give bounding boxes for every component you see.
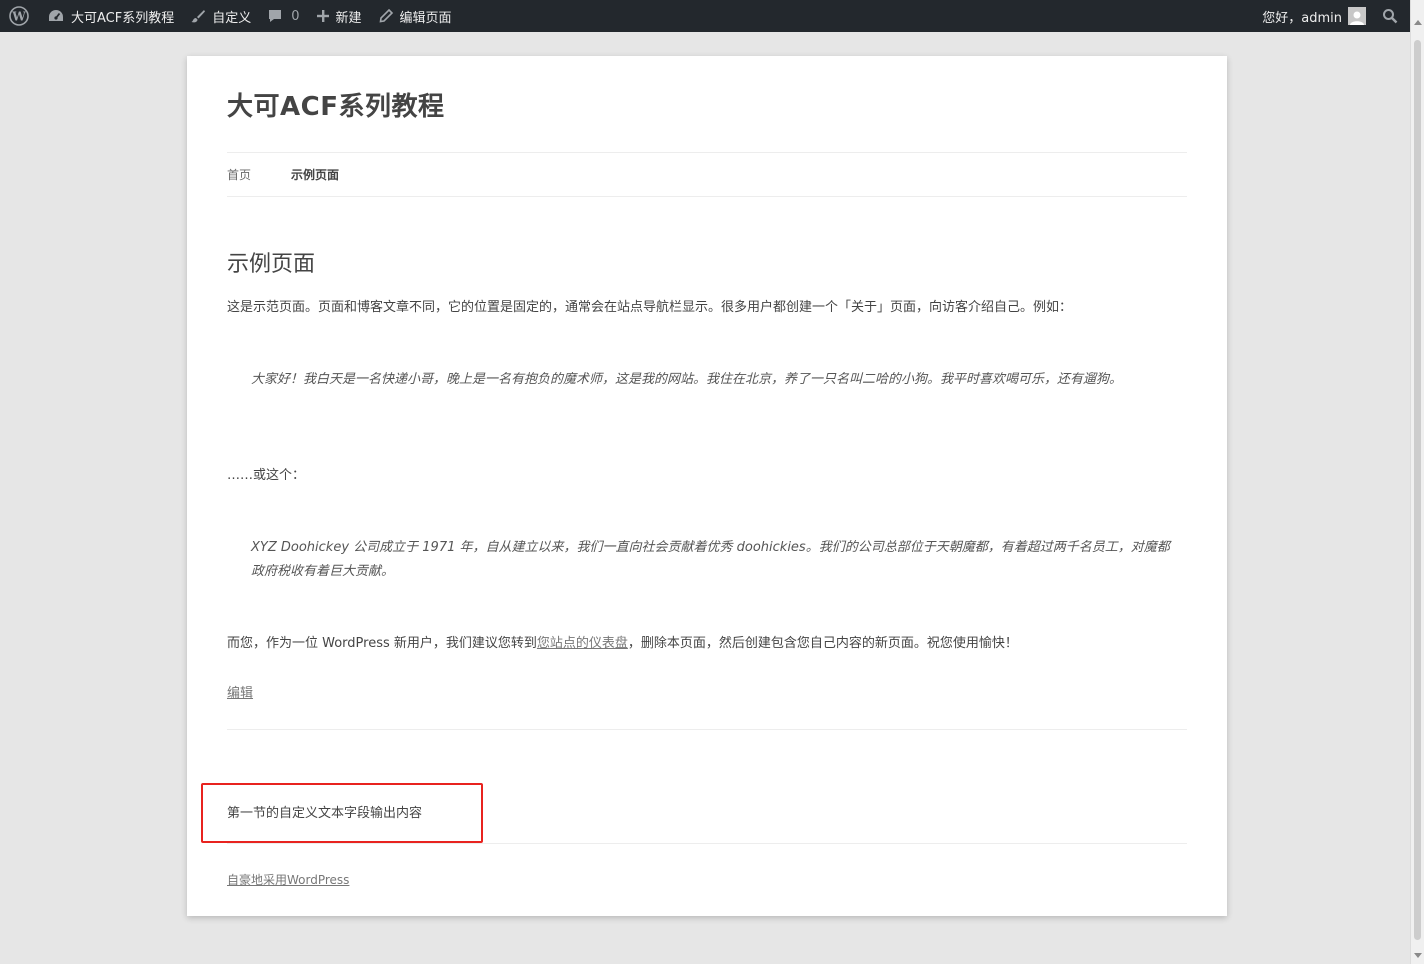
edit-link[interactable]: 编辑 (227, 682, 253, 701)
nav-item-sample-page[interactable]: 示例页面 (291, 166, 339, 183)
site-name-label: 大可ACF系列教程 (71, 10, 175, 26)
scroll-up-arrow-icon[interactable] (1414, 20, 1422, 25)
greeting-text: 您好，admin (1262, 10, 1342, 26)
comments-count: 0 (291, 8, 300, 24)
edit-page-label: 编辑页面 (399, 10, 452, 26)
custom-field-output: 第一节的自定义文本字段输出内容 (227, 806, 423, 821)
entry-or-this: ……或这个： (227, 468, 306, 483)
customize-menu[interactable]: 自定义 (182, 0, 259, 32)
paintbrush-icon (190, 8, 206, 24)
footer-divider (227, 843, 1187, 844)
entry-title: 示例页面 (227, 252, 316, 277)
wordpress-logo-icon[interactable]: W (0, 0, 39, 32)
new-label: 新建 (335, 10, 362, 26)
blockquote-2: XYZ Doohickey 公司成立于 1971 年，自从建立以来，我们一直向社… (251, 540, 1170, 579)
blockquote-1: 大家好！我白天是一名快递小哥，晚上是一名有抱负的魔术师，这是我的网站。我住在北京… (251, 372, 1123, 387)
edit-page-menu[interactable]: 编辑页面 (370, 0, 460, 32)
header-divider (227, 152, 1187, 153)
plus-icon (316, 9, 330, 23)
closing-before-text: 而您，作为一位 WordPress 新用户，我们建议您转到 (227, 636, 537, 651)
comments-menu[interactable]: 0 (259, 0, 307, 32)
comment-bubble-icon (267, 8, 283, 24)
nav-item-home[interactable]: 首页 (227, 166, 251, 183)
scroll-down-arrow-icon[interactable] (1414, 953, 1422, 958)
entry-intro: 这是示范页面。页面和博客文章不同，它的位置是固定的，通常会在站点导航栏显示。很多… (227, 300, 1073, 315)
admin-bar: W 大可ACF系列教程 自定义 0 新建 编辑页面 您好，admin (0, 0, 1410, 32)
closing-after-text: ，删除本页面，然后创建包含您自己内容的新页面。祝您使用愉快！ (627, 636, 1018, 651)
content-divider (227, 729, 1187, 730)
new-content-menu[interactable]: 新建 (308, 0, 370, 32)
scroll-thumb[interactable] (1414, 40, 1421, 940)
page-scrollbar[interactable] (1410, 0, 1424, 964)
pencil-icon (378, 8, 394, 24)
my-account-menu[interactable]: 您好，admin (1254, 0, 1374, 32)
main-navigation: 首页 示例页面 (227, 166, 379, 183)
site-name-menu[interactable]: 大可ACF系列教程 (39, 0, 182, 32)
entry-closing: 而您，作为一位 WordPress 新用户，我们建议您转到您站点的仪表盘，删除本… (227, 632, 1187, 656)
dashboard-link[interactable]: 您站点的仪表盘 (537, 636, 628, 651)
site-title[interactable]: 大可ACF系列教程 (227, 86, 444, 123)
page-container: 大可ACF系列教程 首页 示例页面 示例页面 这是示范页面。页面和博客文章不同，… (187, 56, 1227, 916)
svg-text:W: W (11, 10, 26, 24)
footer-credits-link[interactable]: 自豪地采用WordPress (227, 871, 349, 888)
avatar (1348, 7, 1366, 25)
nav-divider (227, 196, 1187, 197)
search-icon (1382, 8, 1398, 24)
customize-label: 自定义 (212, 10, 252, 26)
dashboard-icon (47, 8, 65, 24)
search-button[interactable] (1374, 0, 1410, 32)
